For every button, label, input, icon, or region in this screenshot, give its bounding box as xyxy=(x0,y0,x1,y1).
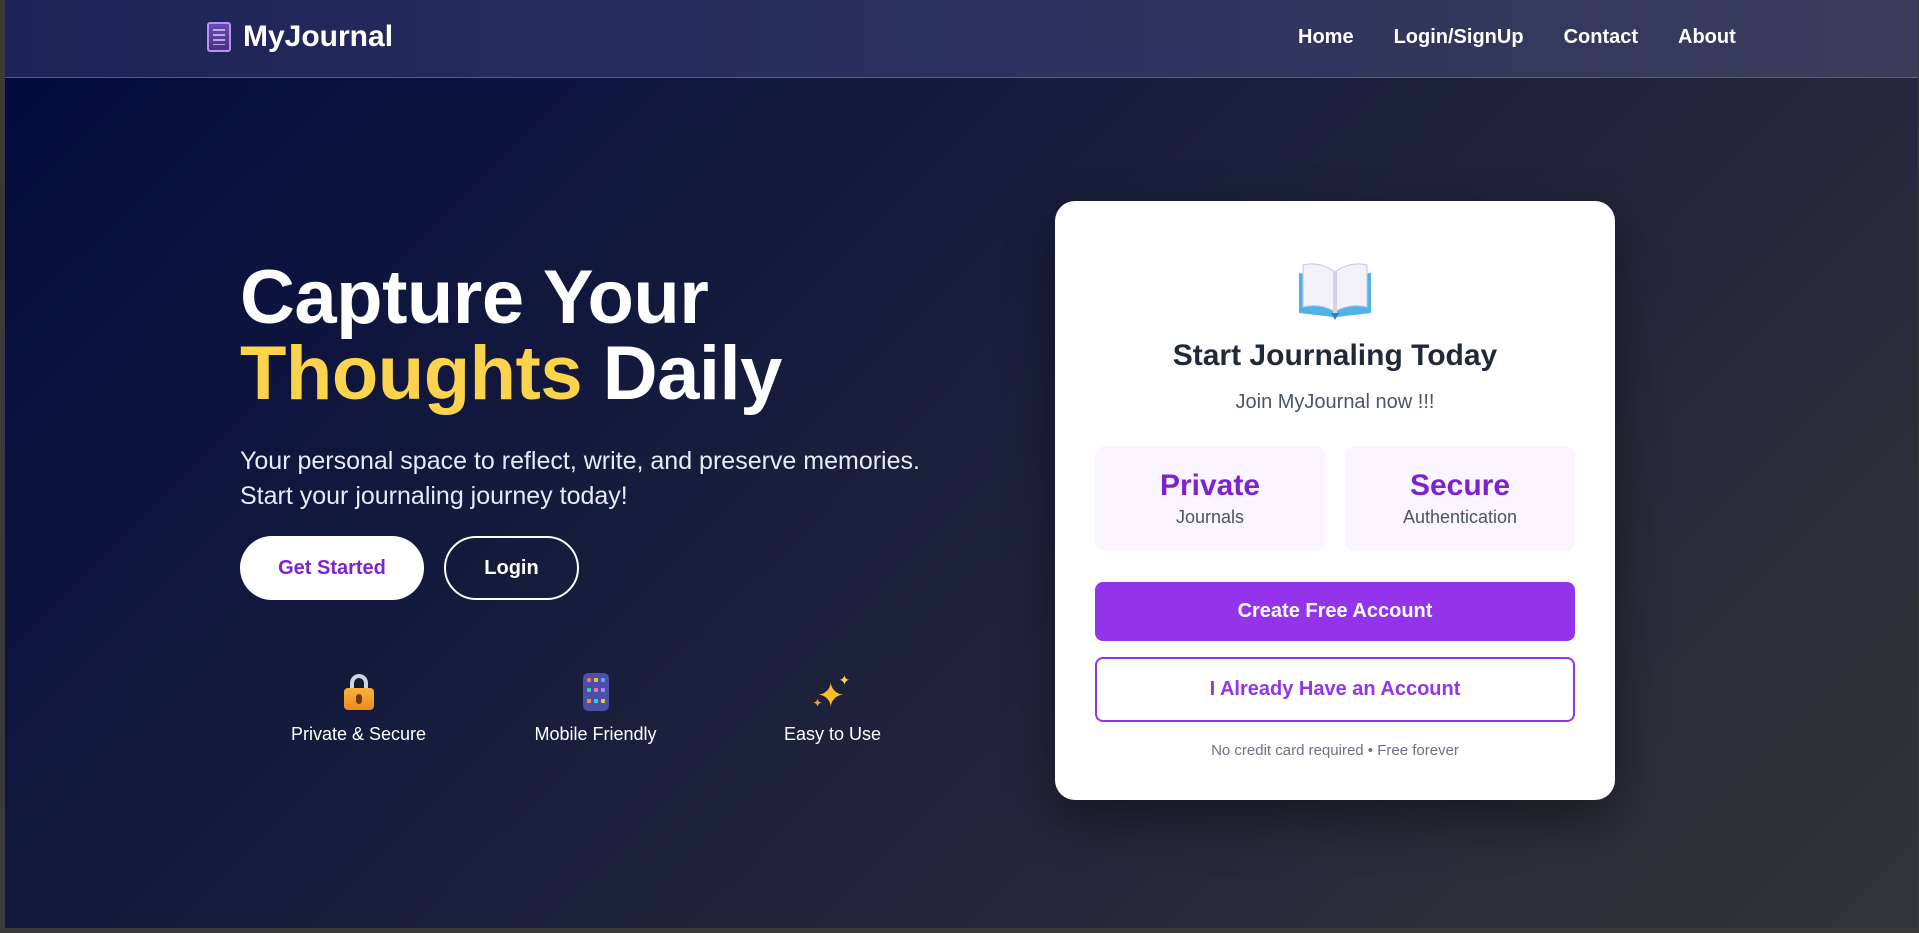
feature-list: Private & Secure Mobile Friendly ✦ ✦ ✦ Eas… xyxy=(240,672,951,745)
login-button[interactable]: Login xyxy=(444,536,579,600)
nav-menu: Home Login/SignUp Contact About xyxy=(1298,26,1736,49)
mobile-phone-icon xyxy=(582,673,609,711)
hero-section: Capture Your Thoughts Daily Your persona… xyxy=(240,260,940,514)
feature-label: Mobile Friendly xyxy=(534,724,657,744)
sparkles-icon: ✦ ✦ ✦ xyxy=(812,672,851,715)
feature-item: ✦ ✦ ✦ Easy to Use xyxy=(714,672,951,745)
stat-secure: Secure Authentication xyxy=(1345,446,1575,551)
notebook-icon xyxy=(207,22,231,52)
hero-subtitle: Your personal space to reflect, write, a… xyxy=(240,444,940,514)
nav-about-link[interactable]: About xyxy=(1678,26,1736,49)
nav-contact-link[interactable]: Contact xyxy=(1564,26,1638,49)
stat-description: Authentication xyxy=(1402,507,1518,527)
feature-item: Private & Secure xyxy=(240,672,477,745)
hero-title: Capture Your Thoughts Daily xyxy=(240,260,940,412)
brand-name: MyJournal xyxy=(243,20,394,53)
hero-buttons: Get Started Login xyxy=(240,536,579,600)
hero-subtitle-line1: Your personal space to reflect, write, a… xyxy=(240,447,920,475)
create-account-button[interactable]: Create Free Account xyxy=(1095,582,1575,641)
page: MyJournal Home Login/SignUp Contact Abou… xyxy=(5,0,1918,928)
card-footnote: No credit card required • Free forever xyxy=(1211,742,1459,759)
feature-label: Private & Secure xyxy=(290,724,427,744)
hero-title-accent: Thoughts xyxy=(240,331,583,416)
nav-login-signup-link[interactable]: Login/SignUp xyxy=(1394,26,1524,49)
lock-icon xyxy=(343,674,374,710)
brand-logo[interactable]: MyJournal xyxy=(207,20,393,54)
stat-private: Private Journals xyxy=(1095,446,1325,551)
stat-title: Private xyxy=(1159,469,1261,502)
hero-title-rest: Daily xyxy=(602,331,783,416)
stat-title: Secure xyxy=(1409,469,1511,502)
feature-item: Mobile Friendly xyxy=(477,672,714,745)
open-book-icon xyxy=(1299,263,1371,320)
card-title: Start Journaling Today xyxy=(1172,339,1498,372)
nav-home-link[interactable]: Home xyxy=(1298,26,1354,49)
hero-title-line1: Capture Your xyxy=(240,255,709,340)
feature-label: Easy to Use xyxy=(783,724,882,744)
hero-subtitle-line2: Start your journaling journey today! xyxy=(240,482,628,510)
stat-description: Journals xyxy=(1175,507,1245,527)
have-account-button[interactable]: I Already Have an Account xyxy=(1095,657,1575,722)
get-started-button[interactable]: Get Started xyxy=(240,536,424,600)
navbar: MyJournal Home Login/SignUp Contact Abou… xyxy=(5,0,1918,78)
signup-card: Start Journaling Today Join MyJournal no… xyxy=(1055,201,1615,800)
card-subtitle: Join MyJournal now !!! xyxy=(1235,391,1435,413)
